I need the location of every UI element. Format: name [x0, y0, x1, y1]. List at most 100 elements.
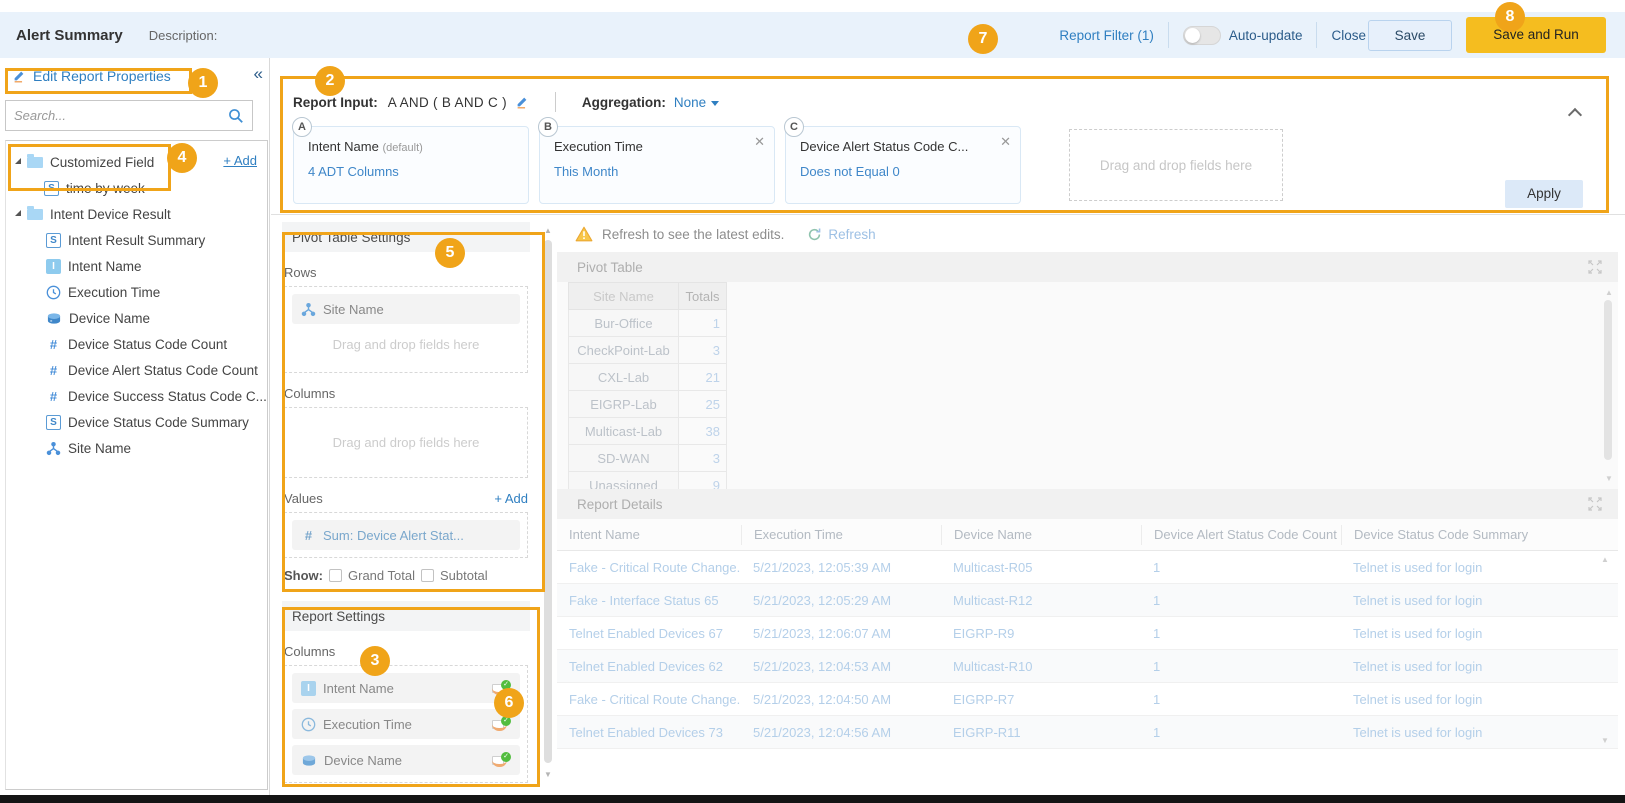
settings-column: Pivot Table Settings Rows Site Name Drag… — [271, 216, 540, 790]
summary-field-icon: S — [46, 415, 61, 430]
pencil-icon — [12, 69, 26, 83]
clock-icon — [301, 717, 316, 732]
columns-dropzone[interactable]: Drag and drop fields here — [284, 407, 528, 478]
close-icon[interactable]: ✕ — [1000, 134, 1011, 150]
condition-card-c[interactable]: C Device Alert Status Code C... Does not… — [785, 126, 1021, 204]
report-settings-header: Report Settings — [282, 601, 530, 631]
pivot-row: Unassigned9 — [569, 472, 727, 490]
condition-card-b[interactable]: B Execution Time This Month ✕ — [539, 126, 775, 204]
report-column-execution-time[interactable]: Execution Time ✓ — [292, 709, 520, 739]
refresh-notice-text: Refresh to see the latest edits. — [602, 227, 784, 242]
time-range-link[interactable]: This Month — [554, 164, 760, 179]
condition-card-a[interactable]: A Intent Name (default) 4 ADT Columns — [293, 126, 529, 204]
collapse-sidebar-icon[interactable]: « — [254, 64, 263, 84]
apply-button[interactable]: Apply — [1505, 180, 1583, 208]
tree-item-device-alert-status-code-count[interactable]: # Device Alert Status Code Count — [6, 357, 267, 383]
report-filter-link[interactable]: Report Filter (1) — [1059, 28, 1154, 43]
refresh-notice: Refresh to see the latest edits. Refresh — [557, 216, 1618, 252]
expand-icon[interactable] — [1588, 497, 1602, 511]
chevron-down-icon — [711, 101, 719, 106]
tree-item-device-status-code-count[interactable]: # Device Status Code Count — [6, 331, 267, 357]
column-included-icon[interactable]: ✓ — [491, 752, 511, 769]
pivot-row: Multicast-Lab38 — [569, 418, 727, 445]
auto-update-toggle[interactable] — [1183, 26, 1221, 45]
tree-item-intent-name[interactable]: I Intent Name — [6, 253, 267, 279]
columns-label: Columns — [284, 386, 528, 401]
column-included-icon[interactable]: ✓ — [491, 680, 511, 697]
tree-item-device-status-code-summary[interactable]: S Device Status Code Summary — [6, 409, 267, 435]
search-input[interactable] — [6, 108, 228, 123]
table-row: Fake - Critical Route Change...5/21/2023… — [557, 683, 1618, 716]
refresh-link[interactable]: Refresh — [807, 227, 875, 242]
summary-field-icon: S — [44, 181, 59, 196]
values-dropzone[interactable]: # Sum: Device Alert Stat... — [284, 512, 528, 558]
pivot-row-field-site-name[interactable]: Site Name — [292, 294, 520, 324]
aggregation-select[interactable]: None — [674, 95, 719, 110]
pivot-value-field[interactable]: # Sum: Device Alert Stat... — [292, 520, 520, 550]
pivot-row: EIGRP-Lab25 — [569, 391, 727, 418]
tree-item-intent-result-summary[interactable]: S Intent Result Summary — [6, 227, 267, 253]
tree-item-device-success-status-code-count[interactable]: # Device Success Status Code C... — [6, 383, 267, 409]
table-row: Telnet Enabled Devices 625/21/2023, 12:0… — [557, 650, 1618, 683]
save-and-run-button[interactable]: Save and Run — [1466, 17, 1606, 53]
add-value-link[interactable]: + Add — [494, 491, 528, 506]
tree-item-intent-device-result[interactable]: Intent Device Result — [6, 201, 267, 227]
site-icon — [46, 441, 61, 456]
column-included-icon[interactable]: ✓ — [491, 716, 511, 733]
add-field-link[interactable]: + Add — [223, 153, 257, 168]
edit-expression-icon[interactable] — [515, 95, 529, 109]
scroll-up-arrow[interactable]: ▲ — [1597, 555, 1613, 564]
tree-item-customized-field[interactable]: Customized Field + Add — [6, 149, 267, 175]
tree-item-device-name[interactable]: Device Name — [6, 305, 267, 331]
report-column-intent-name[interactable]: I Intent Name ✓ — [292, 673, 520, 703]
condition-link[interactable]: Does not Equal 0 — [800, 164, 1006, 179]
adt-columns-link[interactable]: 4 ADT Columns — [308, 164, 514, 179]
report-input-panel: Report Input: A AND ( B AND C ) Aggregat… — [271, 58, 1625, 215]
settings-scrollbar[interactable]: ▲ ▼ — [540, 222, 556, 783]
clock-icon — [46, 285, 61, 300]
card-letter-badge: C — [784, 117, 804, 137]
scroll-up-arrow[interactable]: ▲ — [540, 226, 556, 235]
expand-icon[interactable] — [1588, 260, 1602, 274]
save-button[interactable]: Save — [1368, 20, 1452, 51]
divider — [1168, 22, 1169, 48]
close-button[interactable]: Close — [1331, 28, 1366, 43]
tree-item-time-by-week[interactable]: S time by week — [6, 175, 267, 201]
toggle-knob — [1185, 28, 1200, 43]
bottom-bar — [0, 795, 1625, 803]
search-icon[interactable] — [228, 108, 244, 124]
scroll-down-arrow[interactable]: ▼ — [1597, 736, 1613, 745]
expand-triangle-icon[interactable] — [15, 158, 21, 164]
rows-dropzone[interactable]: Site Name Drag and drop fields here — [284, 286, 528, 373]
subtotal-checkbox[interactable] — [421, 569, 434, 582]
grand-total-checkbox[interactable] — [329, 569, 342, 582]
expand-triangle-icon[interactable] — [15, 210, 21, 216]
tree-item-site-name[interactable]: Site Name — [6, 435, 267, 461]
report-columns-dropzone[interactable]: I Intent Name ✓ Execution Time ✓ — [284, 665, 528, 783]
edit-report-properties-label: Edit Report Properties — [33, 68, 171, 84]
table-row: Fake - Critical Route Change...5/21/2023… — [557, 551, 1618, 584]
show-options: Show: Grand Total Subtotal — [284, 568, 528, 583]
number-field-icon: # — [46, 389, 61, 404]
report-column-device-name[interactable]: Device Name ✓ — [292, 745, 520, 775]
field-search — [5, 100, 253, 131]
condition-dropzone[interactable]: Drag and drop fields here — [1069, 129, 1283, 201]
tree-item-execution-time[interactable]: Execution Time — [6, 279, 267, 305]
divider — [555, 92, 556, 112]
rows-label: Rows — [284, 265, 528, 280]
pivot-table-body: Site NameTotals Bur-Office1 CheckPoint-L… — [557, 282, 1618, 489]
scrollbar-thumb[interactable] — [1604, 300, 1612, 460]
collapse-panel-icon[interactable] — [1568, 108, 1582, 122]
number-field-icon: # — [46, 363, 61, 378]
scrollbar-thumb[interactable] — [544, 240, 552, 763]
pivot-row: CXL-Lab21 — [569, 364, 727, 391]
header-actions: Report Filter (1) Auto-update Close Save… — [1059, 12, 1606, 58]
scroll-down-arrow[interactable]: ▼ — [540, 770, 556, 779]
scroll-down-arrow[interactable]: ▼ — [1601, 474, 1617, 483]
edit-report-properties-link[interactable]: Edit Report Properties — [12, 68, 171, 84]
scroll-up-arrow[interactable]: ▲ — [1601, 288, 1617, 297]
pivot-table: Site NameTotals Bur-Office1 CheckPoint-L… — [568, 282, 727, 489]
table-row: Telnet Enabled Devices 735/21/2023, 12:0… — [557, 716, 1618, 749]
pivot-scrollbar[interactable]: ▲ ▼ — [1601, 288, 1615, 483]
close-icon[interactable]: ✕ — [754, 134, 765, 150]
